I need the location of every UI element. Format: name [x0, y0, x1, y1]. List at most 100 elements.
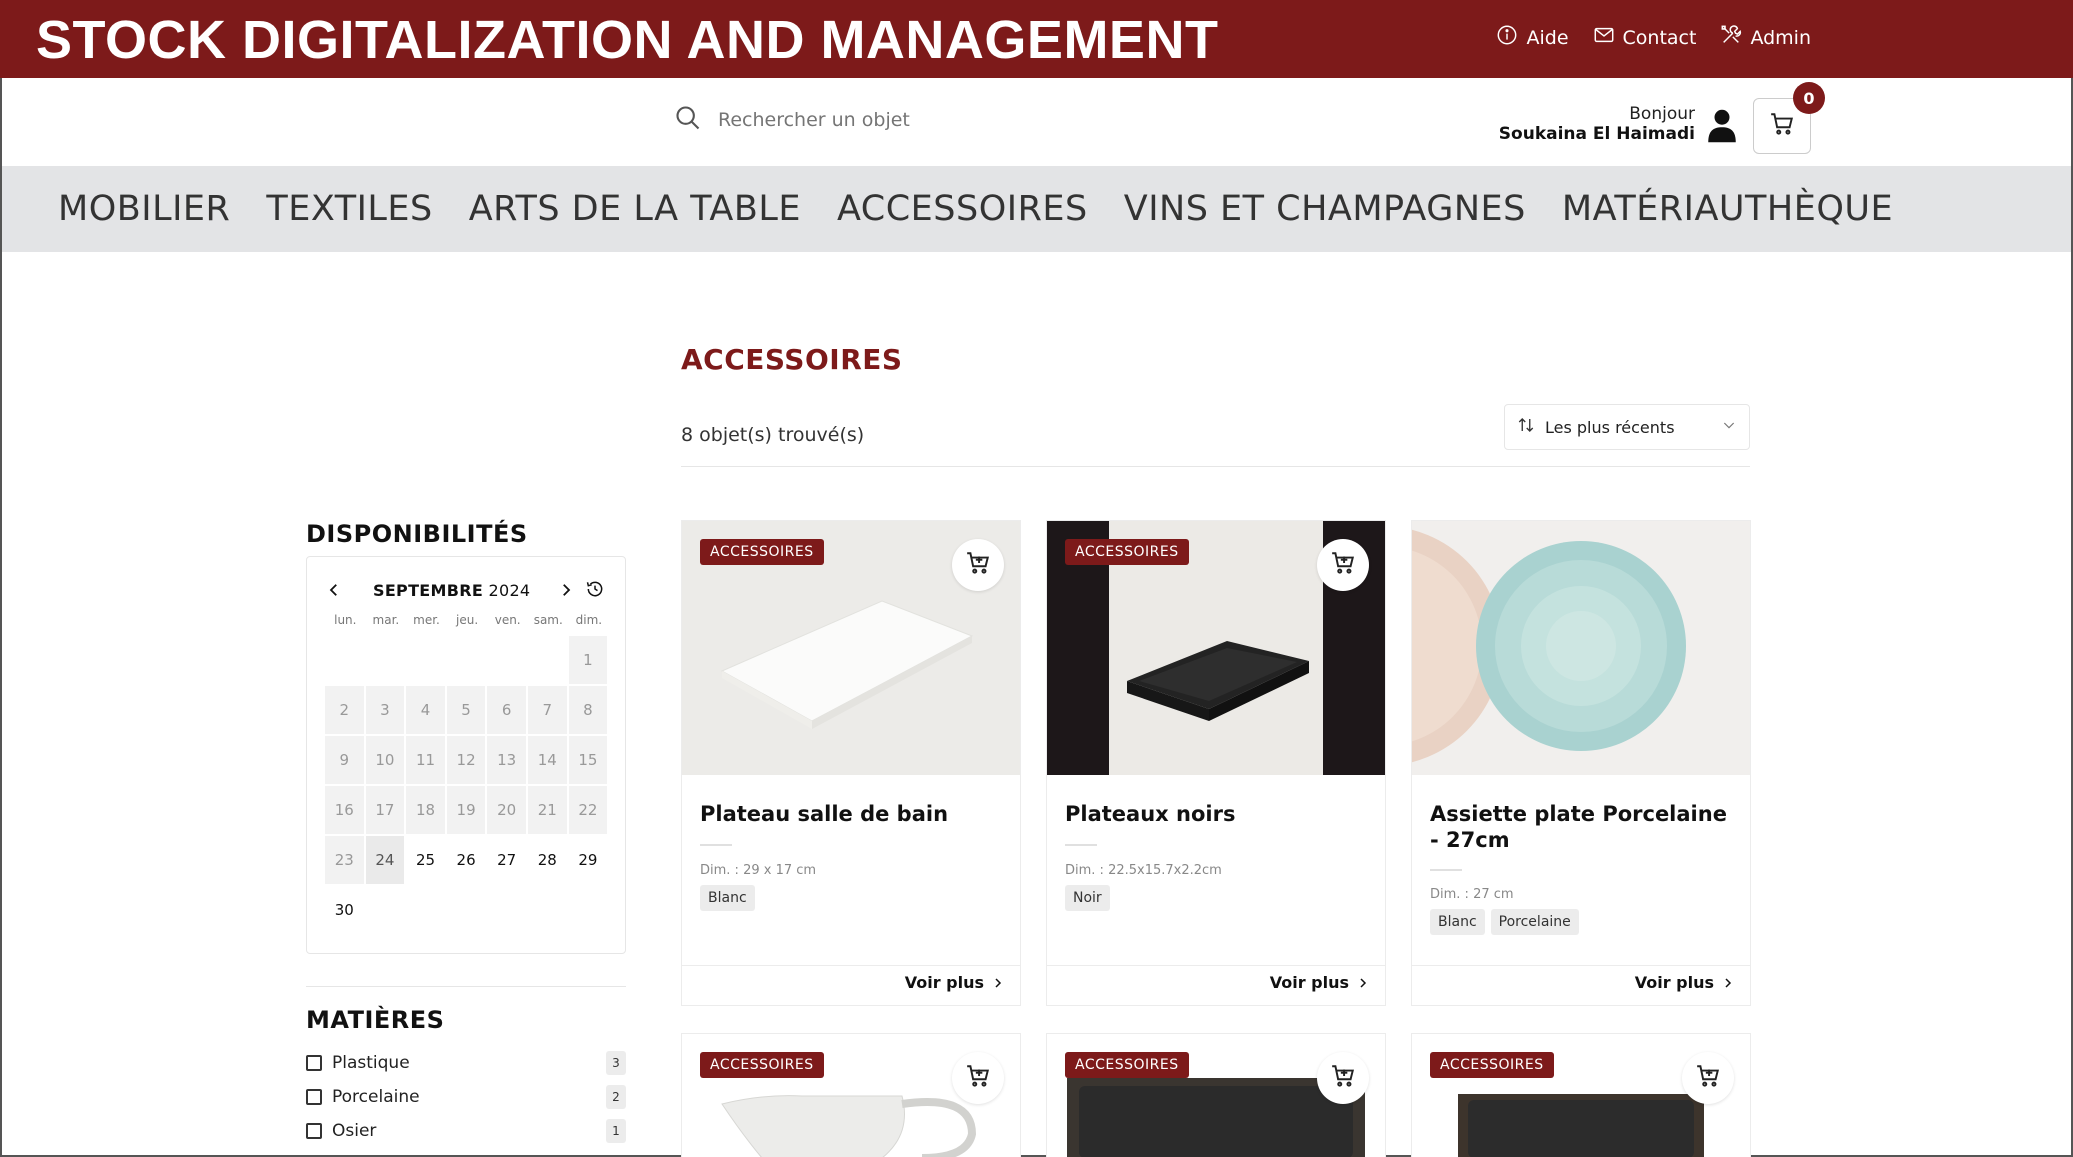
filter-count: 1: [606, 1119, 626, 1143]
product-title[interactable]: Plateaux noirs: [1065, 801, 1365, 827]
calendar-prev-icon[interactable]: [325, 581, 343, 603]
weekday-label: sam.: [533, 613, 563, 627]
cart-plus-icon: [1330, 550, 1356, 580]
see-more-label: Voir plus: [1634, 973, 1714, 992]
product-title[interactable]: Assiette plate Porcelaine - 27cm: [1430, 801, 1730, 853]
add-to-cart-button[interactable]: [952, 1052, 1004, 1104]
tag: Blanc: [1430, 909, 1485, 935]
calendar-day[interactable]: 12: [446, 736, 488, 784]
calendar-month-label: SEPTEMBRE 2024: [373, 581, 530, 600]
chevron-down-icon: [1721, 417, 1737, 437]
product-dimensions: Dim. : 27 cm: [1430, 887, 1514, 902]
calendar-day[interactable]: 23: [325, 836, 366, 884]
filter-porcelaine[interactable]: Porcelaine 2: [306, 1084, 626, 1110]
admin-link[interactable]: Admin: [1720, 24, 1811, 51]
calendar-day[interactable]: 2: [325, 686, 366, 734]
product-image[interactable]: [1412, 521, 1750, 775]
add-to-cart-button[interactable]: [1317, 539, 1369, 591]
calendar-day[interactable]: 3: [365, 686, 407, 734]
nav-mobilier[interactable]: MOBILIER: [58, 189, 230, 229]
calendar-day[interactable]: 5: [446, 686, 488, 734]
user-icon[interactable]: [1707, 108, 1737, 148]
calendar-day[interactable]: 11: [406, 736, 447, 784]
calendar-day[interactable]: 22: [568, 786, 610, 834]
checkbox[interactable]: [306, 1055, 322, 1071]
calendar-day[interactable]: 9: [325, 736, 366, 784]
product-card[interactable]: ACCESSOIRES Plateau salle de bain Dim. :…: [681, 520, 1021, 1006]
filter-plastique[interactable]: Plastique 3: [306, 1050, 626, 1076]
title-underline: [1065, 844, 1097, 846]
checkbox[interactable]: [306, 1089, 322, 1105]
see-more-link[interactable]: Voir plus: [1270, 973, 1369, 992]
nav-materiautheque[interactable]: MATÉRIAUTHÈQUE: [1562, 189, 1893, 229]
contact-link[interactable]: Contact: [1593, 24, 1697, 51]
calendar-day[interactable]: 27: [487, 836, 528, 884]
nav-vins-et-champagnes[interactable]: VINS ET CHAMPAGNES: [1124, 189, 1526, 229]
product-card[interactable]: ACCESSOIRES Plateaux noirs Dim. : 22.5x1…: [1046, 520, 1386, 1006]
user-greeting[interactable]: Bonjour Soukaina El Haimadi: [1499, 104, 1695, 144]
product-card[interactable]: ACCESSOIRES: [681, 1033, 1021, 1157]
product-tags: Noir: [1065, 885, 1110, 911]
calendar-day[interactable]: 6: [487, 686, 528, 734]
brand-title: STOCK DIGITALIZATION AND MANAGEMENT: [36, 10, 1219, 70]
calendar-day[interactable]: 30: [325, 886, 366, 934]
product-card[interactable]: ACCESSOIRES: [1411, 1033, 1751, 1157]
title-underline: [1430, 869, 1462, 871]
product-dimensions: Dim. : 29 x 17 cm: [700, 863, 817, 878]
add-to-cart-button[interactable]: [1682, 1052, 1734, 1104]
calendar-day[interactable]: 26: [447, 836, 488, 884]
calendar-day[interactable]: 4: [406, 686, 447, 734]
calendar-day[interactable]: 10: [365, 736, 407, 784]
calendar-empty-cell: [447, 636, 488, 684]
calendar-day[interactable]: 15: [568, 736, 610, 784]
weekday-label: jeu.: [456, 613, 479, 627]
calendar-day[interactable]: 24: [365, 836, 407, 884]
filter-label: Plastique: [332, 1053, 410, 1073]
cart-plus-icon: [1695, 1063, 1721, 1093]
product-card[interactable]: ACCESSOIRES: [1046, 1033, 1386, 1157]
checkbox[interactable]: [306, 1123, 322, 1139]
calendar-header: SEPTEMBRE 2024: [307, 577, 627, 607]
weekday-label: dim.: [575, 613, 603, 627]
nav-arts-de-la-table[interactable]: ARTS DE LA TABLE: [469, 189, 801, 229]
product-title[interactable]: Plateau salle de bain: [700, 801, 1000, 827]
see-more-link[interactable]: Voir plus: [905, 973, 1004, 992]
product-card[interactable]: Assiette plate Porcelaine - 27cm Dim. : …: [1411, 520, 1751, 1006]
calendar-day[interactable]: 18: [406, 786, 447, 834]
category-badge: ACCESSOIRES: [1430, 1052, 1554, 1078]
search-input[interactable]: [718, 109, 1078, 131]
calendar-day[interactable]: 21: [527, 786, 569, 834]
contact-link-label: Contact: [1622, 26, 1697, 49]
calendar-day[interactable]: 7: [527, 686, 569, 734]
cart-icon: [1769, 111, 1795, 141]
search-bar: [674, 104, 1078, 136]
see-more-label: Voir plus: [904, 973, 984, 992]
calendar-day[interactable]: 13: [487, 736, 528, 784]
see-more-link[interactable]: Voir plus: [1635, 973, 1734, 992]
calendar-day[interactable]: 16: [325, 786, 366, 834]
calendar-day[interactable]: 19: [446, 786, 488, 834]
calendar-month: SEPTEMBRE: [373, 581, 484, 600]
top-banner: STOCK DIGITALIZATION AND MANAGEMENT Aide…: [0, 0, 2073, 78]
nav-textiles[interactable]: TEXTILES: [266, 189, 432, 229]
help-link[interactable]: Aide: [1496, 24, 1569, 51]
results-divider: [681, 466, 1750, 467]
add-to-cart-button[interactable]: [952, 539, 1004, 591]
calendar-day[interactable]: 29: [569, 836, 610, 884]
calendar-day[interactable]: 20: [487, 786, 528, 834]
calendar-day[interactable]: 28: [528, 836, 569, 884]
sort-select[interactable]: Les plus récents: [1504, 404, 1750, 450]
calendar-day[interactable]: 8: [568, 686, 610, 734]
calendar-day[interactable]: 17: [365, 786, 407, 834]
calendar-reset-icon[interactable]: [585, 579, 605, 603]
weekday-label: mer.: [413, 613, 440, 627]
search-icon[interactable]: [674, 104, 702, 136]
category-nav: MOBILIER TEXTILES ARTS DE LA TABLE ACCES…: [2, 166, 2071, 252]
calendar-day[interactable]: 14: [527, 736, 569, 784]
filter-osier[interactable]: Osier 1: [306, 1118, 626, 1144]
calendar-next-icon[interactable]: [557, 581, 575, 603]
nav-accessoires[interactable]: ACCESSOIRES: [837, 189, 1088, 229]
calendar-day[interactable]: 1: [568, 636, 610, 684]
calendar-day[interactable]: 25: [406, 836, 447, 884]
add-to-cart-button[interactable]: [1317, 1052, 1369, 1104]
